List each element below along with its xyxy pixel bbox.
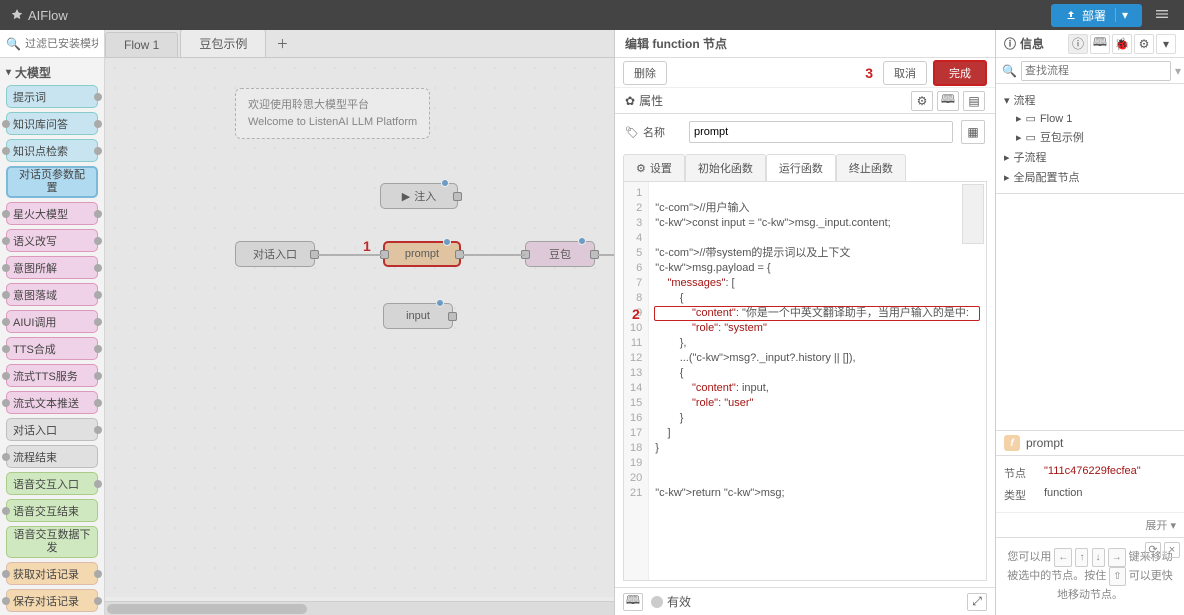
palette-search-input[interactable] [25,38,98,50]
book-icon-button[interactable]: 🕮 [623,593,643,611]
info-title: ⓘ信息 [1004,35,1044,52]
node-prompt[interactable]: prompt [383,241,461,267]
done-button[interactable]: 完成 [933,60,987,86]
tab-add[interactable]: ＋ [268,30,296,57]
name-input[interactable] [689,121,953,143]
name-menu-button[interactable]: ▦ [961,120,985,144]
ftab-close[interactable]: 终止函数 [836,154,906,181]
pal-stream-text[interactable]: 流式文本推送 [6,391,98,414]
pal-rewrite[interactable]: 语义改写 [6,229,98,252]
search-caret-icon[interactable]: ▾ [1175,64,1181,78]
ftab-run[interactable]: 运行函数 [766,154,836,181]
env-button[interactable]: ⚙ [911,91,933,111]
node-type-value: function [1044,487,1176,503]
node-editor-panel: 编辑 function 节点 删除 3 取消 完成 ✿ 属性 ⚙ 🕮 ▤ 🏷名称… [614,30,995,615]
info-tab-config[interactable]: ⚙ [1134,34,1154,54]
code-editor[interactable]: 123456789101112131415161718192021 "c-com… [623,182,987,581]
info-tab-debug[interactable]: 🐞 [1112,34,1132,54]
name-label: 🏷名称 [625,124,681,140]
tree-subflows[interactable]: ▸子流程 [1004,147,1176,167]
pal-flow-end[interactable]: 流程结束 [6,445,98,468]
palette-sidebar: 🔍 大模型 提示词 知识库问答 知识点检索 对话页参数配置 星火大模型 语义改写… [0,30,105,615]
hint-panel: ⟳× 您可以用 ← ↑ ↓ → 键来移动被选中的节点。按住 ⇧ 可以更快地移动节… [996,537,1184,615]
tab-doubao[interactable]: 豆包示例 [180,30,266,57]
tree-flow2[interactable]: ▸▭豆包示例 [1004,127,1176,147]
deploy-caret-icon[interactable]: ▾ [1115,8,1128,22]
flow-search-input[interactable] [1021,61,1171,81]
pal-kpsearch[interactable]: 知识点检索 [6,139,98,162]
tree-flows[interactable]: ▾流程 [1004,90,1176,110]
cancel-button[interactable]: 取消 [883,61,927,85]
pal-dialog-config[interactable]: 对话页参数配置 [6,166,98,198]
search-icon: 🔍 [6,37,21,51]
expand-editor-button[interactable]: ⤢ [967,593,987,611]
main-menu-button[interactable] [1150,2,1174,29]
node-input[interactable]: input [383,303,453,329]
tree-flow1[interactable]: ▸▭Flow 1 [1004,110,1176,127]
pal-aiui[interactable]: AIUI调用 [6,310,98,333]
expand-link[interactable]: 展开 ▾ [1145,520,1176,532]
pal-get-history[interactable]: 获取对话记录 [6,562,98,585]
ftab-setup[interactable]: ⚙设置 [623,154,685,181]
gear-icon: ✿ [625,94,635,108]
node-id-value: "111c476229fecfea" [1044,465,1176,481]
gear-icon: ⚙ [636,162,646,175]
welcome-note: 欢迎使用聆思大模型平台 Welcome to ListenAI LLM Plat… [235,88,430,139]
palette-category-llm[interactable]: 大模型 [6,64,98,81]
pal-intent-domain[interactable]: 意图落域 [6,283,98,306]
hint-refresh-button[interactable]: ⟳ [1145,542,1161,558]
pal-kbqa[interactable]: 知识库问答 [6,112,98,135]
deploy-button[interactable]: 部署 ▾ [1051,4,1142,27]
hint-close-button[interactable]: × [1164,542,1180,558]
pal-voice-in[interactable]: 语音交互入口 [6,472,98,495]
annotation-3: 3 [865,65,873,81]
node-dialog-entry[interactable]: 对话入口 [235,241,315,267]
tree-global[interactable]: ▸全局配置节点 [1004,167,1176,187]
app-logo: AIFlow [10,8,68,23]
pal-save-history[interactable]: 保存对话记录 [6,589,98,612]
doc-button[interactable]: 🕮 [937,91,959,111]
pal-stream-tts[interactable]: 流式TTS服务 [6,364,98,387]
ftab-init[interactable]: 初始化函数 [685,154,766,181]
info-tab-info[interactable]: ⓘ [1068,34,1088,54]
appearance-button[interactable]: ▤ [963,91,985,111]
tag-icon: 🏷 [625,126,639,139]
pal-tts[interactable]: TTS合成 [6,337,98,360]
node-info-header: f prompt [996,430,1184,456]
section-properties: 属性 [639,92,663,109]
enabled-toggle[interactable]: 有效 [651,593,691,610]
search-icon: 🔍 [1002,64,1017,78]
annotation-1: 1 [363,238,371,254]
info-panel: ⓘ信息 ⓘ 🕮 🐞 ⚙ ▾ 🔍 ▾ ▾流程 ▸▭Flow 1 ▸▭豆包示例 ▸子… [995,30,1184,615]
pal-voice-end[interactable]: 语音交互结束 [6,499,98,522]
node-inject[interactable]: ▶注入 [380,183,458,209]
info-tab-help[interactable]: 🕮 [1090,34,1110,54]
info-tab-caret[interactable]: ▾ [1156,34,1176,54]
pal-prompt[interactable]: 提示词 [6,85,98,108]
pal-voice-data[interactable]: 语音交互数据下发 [6,526,98,558]
pal-spark[interactable]: 星火大模型 [6,202,98,225]
editor-title: 编辑 function 节点 [615,30,995,58]
annotation-2: 2 [632,306,640,322]
tab-flow1[interactable]: Flow 1 [105,32,178,57]
pal-intent-parse[interactable]: 意图所解 [6,256,98,279]
pal-dialog-entry[interactable]: 对话入口 [6,418,98,441]
function-icon: f [1004,435,1020,451]
delete-button[interactable]: 删除 [623,61,667,85]
node-doubao[interactable]: 豆包 [525,241,595,267]
minimap[interactable] [962,184,984,244]
